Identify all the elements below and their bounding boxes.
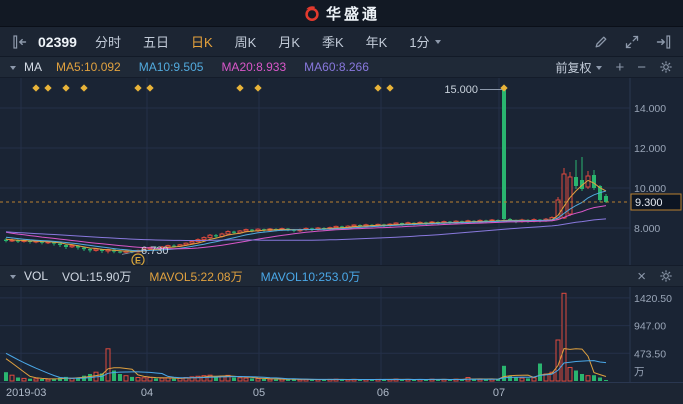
vol-values: VOL:15.90万 MAVOL5:22.08万 MAVOL10:253.0万: [62, 268, 360, 285]
stock-code: 02399: [38, 33, 77, 50]
time-axis-label: 07: [492, 387, 506, 399]
vol-header-actions: ×: [637, 269, 673, 284]
volume-chart[interactable]: 1420.50 947.00 473.50 万: [0, 287, 683, 382]
chart-toolbar: 02399 分时 五日 日K 周K 月K 季K 年K 1分: [0, 27, 683, 57]
collapse-ma-chevron-icon[interactable]: [10, 65, 16, 73]
ma-indicator-header: MA MA5:10.092 MA10:9.505 MA20:8.933 MA60:8.…: [0, 57, 683, 78]
svg-text:1420.50: 1420.50: [634, 293, 672, 305]
toolbar-actions: [593, 34, 671, 50]
svg-text:万: 万: [634, 366, 645, 378]
vol-value-2: MAVOL10:253.0万: [260, 269, 361, 284]
expand-right-panel-icon[interactable]: [655, 34, 671, 50]
time-axis: 2019-03 04 05 06 07: [0, 382, 683, 404]
close-indicator-icon[interactable]: ×: [637, 269, 646, 284]
candlestick-chart[interactable]: 14.000 12.000 10.000 8.000 9.300 15.000 6.730E: [0, 78, 683, 267]
svg-text:14.000: 14.000: [634, 103, 666, 115]
chart-period-tabs: 分时 五日 日K 周K 月K 季K 年K: [95, 32, 387, 51]
tab-five-day[interactable]: 五日: [143, 32, 169, 51]
adjust-type-dropdown[interactable]: 前复权: [555, 59, 603, 76]
tab-yearly-k[interactable]: 年K: [366, 32, 388, 51]
app-title: 华盛通: [325, 5, 380, 23]
svg-text:947.00: 947.00: [634, 321, 666, 333]
adjust-type-label: 前复权: [555, 60, 592, 75]
settings-gear-icon[interactable]: [659, 269, 673, 283]
time-axis-label: 04: [140, 387, 154, 399]
vol-indicator-name: VOL: [24, 269, 49, 283]
chevron-down-icon: [434, 40, 441, 47]
ma-header-actions: 前复权 + −: [555, 59, 673, 76]
ma-value-0: MA5:10.092: [56, 60, 121, 74]
vol-value-0: VOL:15.90万: [62, 269, 132, 284]
tab-minute[interactable]: 分时: [95, 32, 121, 51]
svg-text:15.000: 15.000: [444, 84, 478, 96]
settings-gear-icon[interactable]: [659, 60, 673, 74]
svg-text:6.730: 6.730: [141, 245, 169, 257]
flame-logo-icon: [305, 6, 319, 22]
draw-pencil-icon[interactable]: [593, 34, 609, 50]
collapse-panel-icon[interactable]: [12, 34, 28, 50]
app-window: 华盛通 02399 分时 五日 日K 周K 月K 季K 年K 1分 MA MA5…: [0, 0, 683, 404]
app-logo: 华盛通: [303, 3, 380, 24]
collapse-vol-chevron-icon[interactable]: [10, 274, 16, 282]
ma-value-3: MA60:8.266: [304, 60, 369, 74]
time-axis-label: 05: [252, 387, 266, 399]
volume-chart-area: 1420.50 947.00 473.50 万: [0, 287, 683, 382]
top-bar: 华盛通: [0, 0, 683, 27]
tab-daily-k[interactable]: 日K: [191, 32, 213, 51]
time-axis-label: 2019-03: [6, 387, 47, 399]
interval-dropdown[interactable]: 1分: [409, 32, 441, 51]
zoom-in-button[interactable]: +: [615, 60, 624, 75]
svg-text:9.300: 9.300: [635, 197, 663, 209]
vol-indicator-header: VOL VOL:15.90万 MAVOL5:22.08万 MAVOL10:253.0…: [0, 265, 683, 287]
ma-values: MA5:10.092 MA10:9.505 MA20:8.933 MA60:8.266: [56, 60, 369, 74]
svg-text:8.000: 8.000: [634, 223, 660, 235]
zoom-out-button[interactable]: −: [637, 60, 646, 75]
fullscreen-icon[interactable]: [624, 34, 640, 50]
tab-weekly-k[interactable]: 周K: [235, 32, 257, 51]
chevron-down-icon: [596, 65, 603, 73]
ma-value-1: MA10:9.505: [138, 60, 204, 74]
svg-text:E: E: [135, 255, 141, 265]
tab-monthly-k[interactable]: 月K: [278, 32, 300, 51]
svg-text:10.000: 10.000: [634, 183, 666, 195]
ma-indicator-name: MA: [24, 60, 42, 74]
svg-text:12.000: 12.000: [634, 143, 666, 155]
svg-text:473.50: 473.50: [634, 348, 666, 360]
tab-quarterly-k[interactable]: 季K: [322, 32, 344, 51]
time-axis-label: 06: [376, 387, 390, 399]
vol-value-1: MAVOL5:22.08万: [149, 269, 243, 284]
ma-value-2: MA20:8.933: [221, 60, 287, 74]
main-price-chart-area: 14.000 12.000 10.000 8.000 9.300 15.000 6.730 E: [0, 78, 683, 267]
interval-label: 1分: [409, 35, 430, 50]
